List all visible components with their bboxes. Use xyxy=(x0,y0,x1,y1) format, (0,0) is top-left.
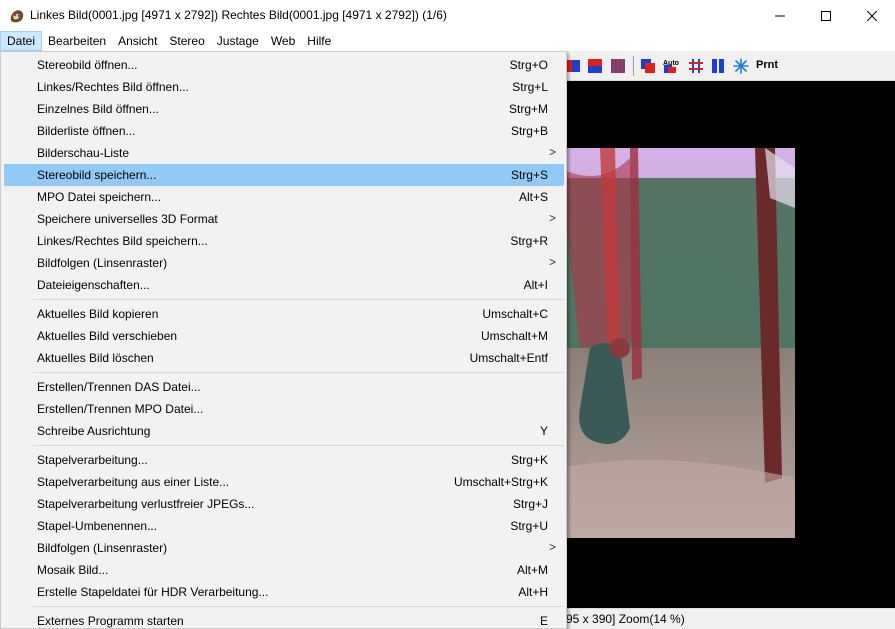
maximize-button[interactable] xyxy=(803,0,849,31)
snowflake-icon[interactable] xyxy=(733,58,749,74)
stripes-icon[interactable] xyxy=(610,58,626,74)
stereo-image xyxy=(560,148,795,538)
datei-dropdown-menu: Stereobild öffnen... Strg+O Linkes/Recht… xyxy=(0,51,567,629)
anaglyph-red-blue-icon[interactable] xyxy=(566,58,582,74)
menu-item-einzelnes-bild-oeffnen[interactable]: Einzelnes Bild öffnen... Strg+M xyxy=(4,98,564,120)
app-icon[interactable] xyxy=(8,7,26,25)
menu-item-bildfolgen-2[interactable]: Bildfolgen (Linsenraster) > xyxy=(4,537,564,559)
split-red-blue-icon[interactable] xyxy=(587,58,603,74)
submenu-arrow-icon: > xyxy=(548,211,556,225)
window-title: Linkes Bild(0001.jpg [4971 x 2792]) Rech… xyxy=(30,8,447,22)
menu-separator xyxy=(33,606,564,607)
menu-justage[interactable]: Justage xyxy=(211,31,265,51)
side-by-side-icon[interactable] xyxy=(710,58,726,74)
menu-item-stapel-umbenennen[interactable]: Stapel-Umbenennen... Strg+U xyxy=(4,515,564,537)
menu-item-links-rechts-speichern[interactable]: Linkes/Rechtes Bild speichern... Strg+R xyxy=(4,230,564,252)
menu-item-stapel-liste[interactable]: Stapelverarbeitung aus einer Liste... Um… xyxy=(4,471,564,493)
menu-item-hdr-stapeldatei[interactable]: Erstelle Stapeldatei für HDR Verarbeitun… xyxy=(4,581,564,603)
grid-icon[interactable] xyxy=(688,58,704,74)
submenu-arrow-icon: > xyxy=(548,255,556,269)
menu-item-bild-loeschen[interactable]: Aktuelles Bild löschen Umschalt+Entf xyxy=(4,347,564,369)
menu-item-mpo-datei[interactable]: Erstellen/Trennen MPO Datei... xyxy=(4,398,564,420)
menu-item-bild-verschieben[interactable]: Aktuelles Bild verschieben Umschalt+M xyxy=(4,325,564,347)
close-icon xyxy=(867,10,877,21)
auto-label: Auto xyxy=(663,60,679,67)
menu-separator xyxy=(33,445,564,446)
minimize-icon xyxy=(775,15,785,16)
menu-item-stapel-jpeg[interactable]: Stapelverarbeitung verlustfreier JPEGs..… xyxy=(4,493,564,515)
menu-datei[interactable]: Datei xyxy=(0,31,43,51)
menu-ansicht[interactable]: Ansicht xyxy=(112,31,163,51)
menu-item-bilderschau-liste[interactable]: Bilderschau-Liste > xyxy=(4,142,564,164)
menu-item-das-datei[interactable]: Erstellen/Trennen DAS Datei... xyxy=(4,376,564,398)
menu-separator xyxy=(33,372,564,373)
menu-item-universelles-3d-format[interactable]: Speichere universelles 3D Format > xyxy=(4,208,564,230)
overlap-icon[interactable] xyxy=(640,58,656,74)
menu-item-stereobild-speichern[interactable]: Stereobild speichern... Strg+S xyxy=(4,164,564,186)
status-zoom-text: 95 x 390] Zoom(14 %) xyxy=(566,612,685,626)
menu-item-dateieigenschaften[interactable]: Dateieigenschaften... Alt+I xyxy=(4,274,564,296)
menu-bearbeiten[interactable]: Bearbeiten xyxy=(42,31,112,51)
menu-item-bild-kopieren[interactable]: Aktuelles Bild kopieren Umschalt+C xyxy=(4,303,564,325)
menu-item-links-rechts-oeffnen[interactable]: Linkes/Rechtes Bild öffnen... Strg+L xyxy=(4,76,564,98)
menu-item-bildfolgen-1[interactable]: Bildfolgen (Linsenraster) > xyxy=(4,252,564,274)
menu-item-bilderliste-oeffnen[interactable]: Bilderliste öffnen... Strg+B xyxy=(4,120,564,142)
menu-item-externes-programm[interactable]: Externes Programm starten E xyxy=(4,610,564,628)
title-bar: Linkes Bild(0001.jpg [4971 x 2792]) Rech… xyxy=(0,0,895,31)
menu-separator xyxy=(33,299,564,300)
minimize-button[interactable] xyxy=(757,0,803,31)
close-button[interactable] xyxy=(849,0,895,31)
menu-item-stereobild-oeffnen[interactable]: Stereobild öffnen... Strg+O xyxy=(4,54,564,76)
menu-item-schreibe-ausrichtung[interactable]: Schreibe Ausrichtung Y xyxy=(4,420,564,442)
submenu-arrow-icon: > xyxy=(548,145,556,159)
auto-align-icon[interactable]: Auto xyxy=(662,58,684,74)
menu-stereo[interactable]: Stereo xyxy=(163,31,210,51)
menu-item-mpo-speichern[interactable]: MPO Datei speichern... Alt+S xyxy=(4,186,564,208)
toolbar-separator xyxy=(633,56,634,76)
maximize-icon xyxy=(821,10,831,21)
menu-web[interactable]: Web xyxy=(265,31,301,51)
menu-item-mosaik-bild[interactable]: Mosaik Bild... Alt+M xyxy=(4,559,564,581)
menu-item-stapelverarbeitung[interactable]: Stapelverarbeitung... Strg+K xyxy=(4,449,564,471)
submenu-arrow-icon: > xyxy=(548,540,556,554)
menu-bar: Datei Bearbeiten Ansicht Stereo Justage … xyxy=(0,31,895,51)
menu-hilfe[interactable]: Hilfe xyxy=(301,31,337,51)
print-icon[interactable]: Prnt xyxy=(756,59,778,71)
